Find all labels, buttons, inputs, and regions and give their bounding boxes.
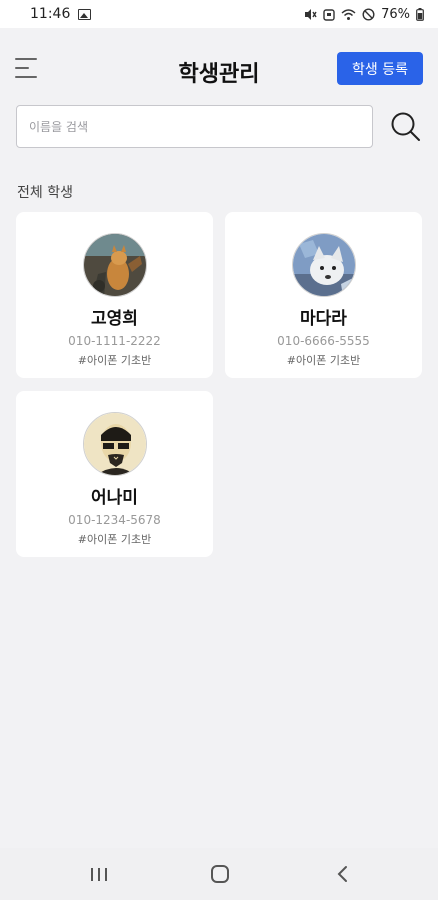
system-nav-bar [0,848,438,900]
search-button[interactable] [388,109,424,145]
student-class-tag: #아이폰 기초반 [286,354,361,367]
home-icon [211,865,229,883]
search-row [16,105,424,149]
white-dog-photo-icon [292,234,355,296]
image-icon [78,8,92,20]
student-phone: 010-6666-5555 [277,334,370,348]
student-card[interactable]: 어나미 010-1234-5678 #아이폰 기초반 [16,391,213,557]
recent-apps-button[interactable] [84,860,114,888]
student-class-tag: #아이폰 기초반 [77,533,152,546]
wifi-icon [341,8,356,20]
student-avatar [82,233,147,297]
back-button[interactable] [328,860,358,888]
do-not-disturb-icon [362,7,375,21]
app-header: 학생관리 학생 등록 [0,40,438,100]
student-phone: 010-1234-5678 [68,513,161,527]
student-name: 어나미 [91,488,138,508]
battery-icon [416,7,424,21]
alarm-icon [323,8,335,21]
student-avatar [291,233,356,297]
masked-man-photo-icon [83,413,146,475]
student-name: 고영희 [91,309,138,329]
back-icon [337,866,347,882]
cat-photo-icon [83,234,146,296]
register-student-button[interactable]: 학생 등록 [337,52,423,85]
recent-apps-icon [91,868,107,881]
status-time: 11:46 [30,6,71,22]
search-icon [391,112,420,141]
mute-icon [305,8,317,20]
student-phone: 010-1111-2222 [68,334,161,348]
student-card[interactable]: 마다라 010-6666-5555 #아이폰 기초반 [225,212,422,378]
student-name: 마다라 [300,309,347,329]
student-class-tag: #아이폰 기초반 [77,354,152,367]
battery-level: 76% [381,6,410,22]
home-button[interactable] [205,860,235,888]
student-avatar [82,412,147,476]
section-title: 전체 학생 [17,185,73,201]
status-bar: 11:46 76% [0,0,438,28]
student-card[interactable]: 고영희 010-1111-2222 #아이폰 기초반 [16,212,213,378]
search-input[interactable] [16,105,373,148]
